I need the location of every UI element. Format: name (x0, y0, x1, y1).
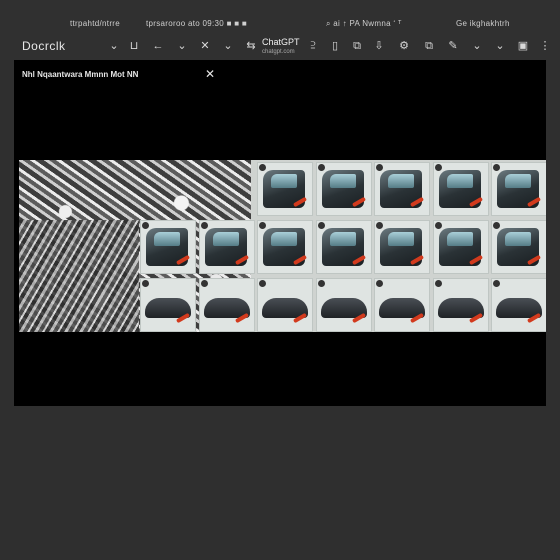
chevron-down-icon[interactable]: ⌄ (106, 37, 122, 55)
step-marker (259, 280, 266, 287)
bookmark-icon[interactable]: ▯ (327, 37, 343, 55)
car-window-shape (213, 232, 239, 246)
bookmark-icon[interactable]: ⊔ (126, 37, 142, 55)
step-marker (493, 164, 500, 171)
site-url: chatgpt.com (262, 49, 295, 55)
step-panel (257, 220, 313, 274)
image-viewer: Nhl Nqaantwara Mmnn Mot NN ✕ (14, 60, 546, 406)
step-panel (140, 220, 196, 274)
car-window-shape (271, 174, 297, 188)
step-marker (376, 280, 383, 287)
copy-icon[interactable]: ⧉ (349, 37, 365, 55)
step-marker (259, 222, 266, 229)
settings-icon[interactable]: ⚙ (396, 37, 412, 55)
step-marker (259, 164, 266, 171)
chevron-down-icon[interactable]: ⌄ (220, 37, 236, 55)
step-panel (199, 220, 255, 274)
step-marker (318, 164, 325, 171)
step-marker (493, 222, 500, 229)
site-info[interactable]: ChatGPT chatgpt.com (262, 37, 300, 57)
car-window-shape (271, 232, 297, 246)
step-panel (140, 278, 196, 332)
step-marker (493, 280, 500, 287)
step-panel (374, 220, 430, 274)
step-marker (142, 280, 149, 287)
car-window-shape (505, 232, 531, 246)
step-panel (433, 220, 489, 274)
step-panel (491, 278, 546, 332)
step-panel (433, 278, 489, 332)
chevron-down-icon[interactable]: ⌄ (492, 37, 508, 55)
step-marker (142, 222, 149, 229)
step-marker (435, 164, 442, 171)
step-marker (318, 280, 325, 287)
chevron-down-icon[interactable]: ⌄ (174, 37, 190, 55)
step-marker (435, 222, 442, 229)
close-icon[interactable]: ✕ (197, 37, 213, 55)
rock-texture-region-lower (19, 220, 139, 332)
step-panel (316, 162, 372, 216)
edit-icon[interactable]: ✎ (445, 37, 461, 55)
step-panel (374, 278, 430, 332)
step-panel (374, 162, 430, 216)
car-window-shape (388, 174, 414, 188)
step-panel (491, 162, 546, 216)
chevron-down-icon[interactable]: ⌄ (469, 37, 485, 55)
copy-icon[interactable]: ⧉ (421, 37, 437, 55)
step-marker (201, 222, 208, 229)
app-brand[interactable]: Docrclk (22, 39, 66, 53)
status-left-text: ttrpahtd/ntrre (70, 19, 121, 28)
step-panel (316, 278, 372, 332)
car-window-shape (154, 232, 180, 246)
car-window-shape (447, 174, 473, 188)
car-window-shape (447, 232, 473, 246)
move-icon[interactable]: ← (150, 37, 166, 55)
step-marker (318, 222, 325, 229)
site-title: ChatGPT (262, 37, 300, 47)
step-panel (199, 278, 255, 332)
app-toolbar: Docrclk ⌄ ⊔ ← ⌄ ✕ ⌄ ⇆ ChatGPT chatgpt.co… (0, 34, 560, 60)
step-panel (316, 220, 372, 274)
status-bar: ttrpahtd/ntrre tprsaroroo ato 09:30 ■ ■ … (0, 0, 560, 34)
step-panel (433, 162, 489, 216)
car-door-repair-steps-image[interactable] (19, 160, 546, 332)
car-window-shape (330, 232, 356, 246)
step-marker (376, 222, 383, 229)
status-center-text: tprsaroroo ato 09:30 ■ ■ ■ (146, 19, 248, 28)
step-panel (491, 220, 546, 274)
step-panel (257, 278, 313, 332)
swap-icon[interactable]: ⇆ (243, 37, 259, 55)
share-icon[interactable]: ⫆ (305, 37, 321, 55)
step-marker (435, 280, 442, 287)
expand-icon[interactable]: ▣ (515, 37, 531, 55)
step-marker (201, 280, 208, 287)
close-icon[interactable]: ✕ (205, 67, 215, 81)
car-window-shape (388, 232, 414, 246)
more-icon[interactable]: ⋮ (537, 37, 553, 55)
viewer-title: Nhl Nqaantwara Mmnn Mot NN (22, 70, 139, 79)
download-icon[interactable]: ⇩ (371, 37, 387, 55)
step-marker (376, 164, 383, 171)
car-window-shape (505, 174, 531, 188)
car-window-shape (330, 174, 356, 188)
step-panel (257, 162, 313, 216)
status-far-right-text: Gе ikghakhtrh (456, 19, 510, 28)
status-right-text: ⌕ ai ↑ PA Nwmna ʻ ᵀ (326, 19, 402, 28)
